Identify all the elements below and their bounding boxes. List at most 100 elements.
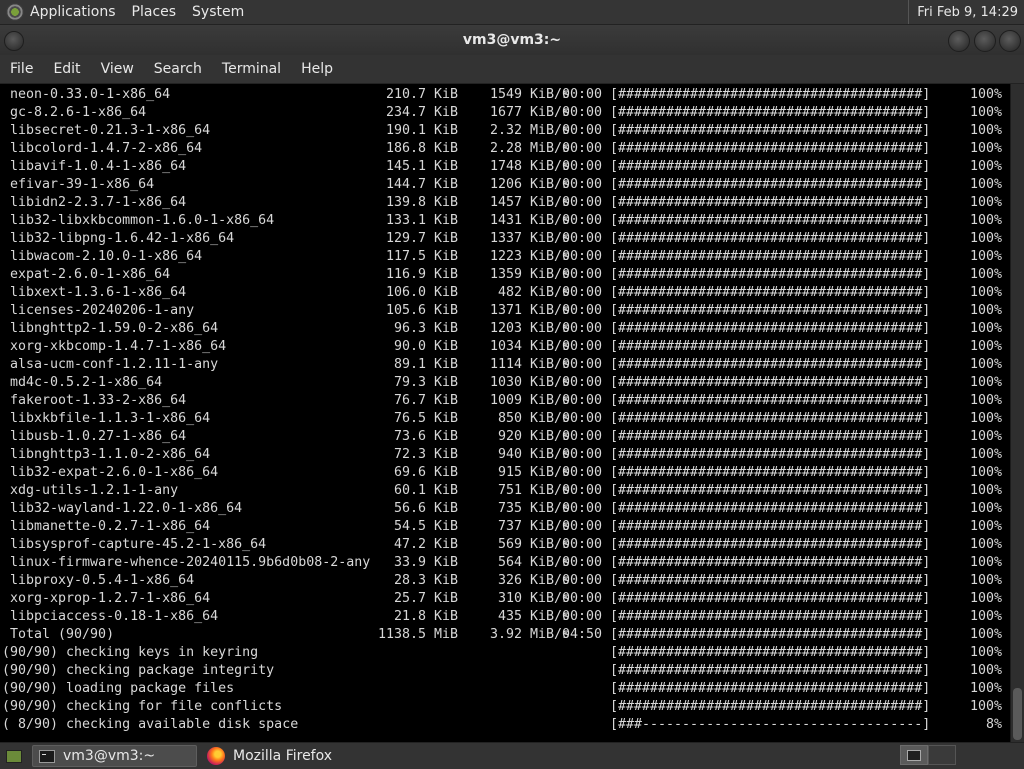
download-rate: 2.28 MiB/s (489, 141, 570, 156)
minimize-button[interactable] (948, 30, 970, 52)
places-menu[interactable]: Places (132, 4, 177, 20)
show-desktop-icon[interactable] (4, 747, 24, 765)
window-titlebar[interactable]: vm3@vm3:~ (0, 25, 1024, 55)
progress-bar: [######################################] (610, 483, 931, 498)
download-size: 60.1 KiB (393, 483, 458, 498)
maximize-button[interactable] (974, 30, 996, 52)
progress-percent: 100% (969, 429, 1002, 444)
download-size: 186.8 KiB (385, 141, 458, 156)
download-time: 00:00 (562, 501, 603, 516)
download-rate: 1030 KiB/s (489, 375, 570, 390)
download-time: 00:00 (562, 231, 603, 246)
check-line: (90/90) checking keys in keyring [#######… (0, 644, 1010, 662)
download-size: 96.3 KiB (393, 321, 458, 336)
download-line: libnghttp3-1.1.0-2-x86_64 72.3 KiB 940 KiB… (0, 446, 1010, 464)
terminal-scrollbar[interactable] (1010, 84, 1024, 742)
download-line: xorg-xkbcomp-1.4.7-1-x86_64 90.0 KiB 1034 … (0, 338, 1010, 356)
download-rate: 1223 KiB/s (489, 249, 570, 264)
download-rate: 1337 KiB/s (489, 231, 570, 246)
progress-percent: 100% (969, 231, 1002, 246)
download-line: efivar-39-1-x86_64 144.7 KiB 1206 KiB/s 00:… (0, 176, 1010, 194)
taskbar-item-firefox[interactable]: Mozilla Firefox (201, 745, 340, 767)
workspace-2[interactable] (928, 745, 956, 765)
download-time: 00:00 (562, 195, 603, 210)
download-size: 116.9 KiB (385, 267, 458, 282)
progress-percent: 100% (969, 195, 1002, 210)
download-size: 56.6 KiB (393, 501, 458, 516)
progress-percent: 100% (969, 159, 1002, 174)
scrollbar-thumb[interactable] (1013, 688, 1022, 740)
menu-file[interactable]: File (0, 61, 43, 77)
download-time: 00:00 (562, 141, 603, 156)
applications-menu[interactable]: Applications (30, 4, 116, 20)
workspace-1[interactable] (900, 745, 928, 765)
progress-percent: 100% (969, 393, 1002, 408)
progress-bar: [######################################] (610, 699, 931, 714)
download-rate: 920 KiB/s (497, 429, 570, 444)
download-line: libmanette-0.2.7-1-x86_64 54.5 KiB 737 KiB… (0, 518, 1010, 536)
download-rate: 1371 KiB/s (489, 303, 570, 318)
progress-percent: 100% (969, 213, 1002, 228)
menu-view[interactable]: View (91, 61, 144, 77)
download-time: 00:00 (562, 285, 603, 300)
progress-bar: [######################################] (610, 267, 931, 282)
download-line: gc-8.2.6-1-x86_64 234.7 KiB 1677 KiB/s 00:0… (0, 104, 1010, 122)
progress-percent: 100% (969, 411, 1002, 426)
download-time: 00:00 (562, 555, 603, 570)
download-line: libsecret-0.21.3-1-x86_64 190.1 KiB 2.32 M… (0, 122, 1010, 140)
download-line: lib32-libxkbcommon-1.6.0-1-x86_64 133.1 K… (0, 212, 1010, 230)
download-size: 1138.5 MiB (377, 627, 458, 642)
window-menu-button[interactable] (4, 31, 24, 51)
menu-edit[interactable]: Edit (43, 61, 90, 77)
firefox-icon (207, 747, 225, 765)
taskbar-item-terminal[interactable]: vm3@vm3:~ (32, 745, 197, 767)
download-rate: 850 KiB/s (497, 411, 570, 426)
menu-help[interactable]: Help (291, 61, 343, 77)
download-time: 04:50 (562, 627, 603, 642)
download-line: lib32-libpng-1.6.42-1-x86_64 129.7 KiB 133… (0, 230, 1010, 248)
menu-terminal[interactable]: Terminal (212, 61, 291, 77)
progress-percent: 100% (969, 573, 1002, 588)
download-line: libnghttp2-1.59.0-2-x86_64 96.3 KiB 1203 K… (0, 320, 1010, 338)
progress-bar: [######################################] (610, 663, 931, 678)
window-title: vm3@vm3:~ (462, 32, 562, 48)
download-line: libusb-1.0.27-1-x86_64 73.6 KiB 920 KiB/s 0… (0, 428, 1010, 446)
download-rate: 326 KiB/s (497, 573, 570, 588)
progress-percent: 100% (969, 249, 1002, 264)
menu-search[interactable]: Search (144, 61, 212, 77)
workspace-window-preview-icon (907, 749, 921, 761)
close-button[interactable] (999, 30, 1021, 52)
progress-bar: [######################################] (610, 447, 931, 462)
progress-bar: [######################################] (610, 609, 931, 624)
progress-percent: 100% (969, 465, 1002, 480)
progress-percent: 100% (969, 537, 1002, 552)
download-rate: 1677 KiB/s (489, 105, 570, 120)
progress-percent: 100% (969, 123, 1002, 138)
system-menu[interactable]: System (192, 4, 244, 20)
download-size: 54.5 KiB (393, 519, 458, 534)
download-size: 117.5 KiB (385, 249, 458, 264)
check-text: (90/90) checking keys in keyring (2, 645, 259, 660)
download-time: 00:00 (562, 213, 603, 228)
progress-percent: 100% (969, 177, 1002, 192)
clock[interactable]: Fri Feb 9, 14:29 (908, 0, 1024, 24)
progress-bar: [######################################] (610, 645, 931, 660)
progress-bar: [######################################] (610, 231, 931, 246)
progress-bar: [######################################] (610, 501, 931, 516)
distro-logo-icon[interactable] (6, 3, 24, 21)
taskbar-item-label: Mozilla Firefox (233, 748, 333, 764)
progress-percent: 100% (969, 627, 1002, 642)
download-line: lib32-expat-2.6.0-1-x86_64 69.6 KiB 915 Ki… (0, 464, 1010, 482)
download-rate: 2.32 MiB/s (489, 123, 570, 138)
download-time: 00:00 (562, 249, 603, 264)
download-rate: 310 KiB/s (497, 591, 570, 606)
download-time: 00:00 (562, 303, 603, 318)
terminal-output[interactable]: neon-0.33.0-1-x86_64 210.7 KiB 1549 KiB/s 0… (0, 84, 1010, 742)
download-line: libxext-1.3.6-1-x86_64 106.0 KiB 482 KiB/s… (0, 284, 1010, 302)
download-time: 00:00 (562, 465, 603, 480)
download-rate: 1549 KiB/s (489, 87, 570, 102)
check-line: ( 8/90) checking available disk space [##… (0, 716, 1010, 734)
check-text: (90/90) checking package integrity (2, 663, 275, 678)
download-time: 00:00 (562, 447, 603, 462)
progress-percent: 100% (969, 105, 1002, 120)
